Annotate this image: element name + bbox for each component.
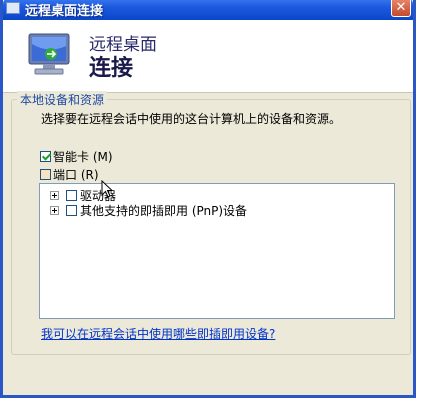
close-icon: ✕: [395, 0, 407, 15]
smart-card-label: 智能卡 (M): [53, 150, 113, 164]
close-button[interactable]: ✕: [391, 0, 411, 17]
tree-item-label: 其他支持的即插即用 (PnP)设备: [80, 204, 248, 218]
mouse-pointer-icon: [101, 180, 113, 198]
window-title: 远程桌面连接: [25, 4, 104, 19]
remote-desktop-dialog: 远程桌面连接 ✕ 远程桌面 连接 本地设备和资源 选择要在远程会话中使用的这台计…: [0, 0, 416, 398]
pnp-checkbox[interactable]: [66, 205, 77, 216]
expand-icon[interactable]: [50, 206, 59, 215]
ports-label: 端口 (R): [53, 168, 99, 182]
smart-card-checkbox[interactable]: [40, 151, 51, 162]
resources-description: 选择要在远程会话中使用的这台计算机上的设备和资源。: [41, 112, 342, 126]
devices-tree[interactable]: 驱动器 其他支持的即插即用 (PnP)设备: [39, 183, 395, 319]
header-title-line2: 连接: [89, 56, 134, 81]
tree-item-pnp-devices[interactable]: 其他支持的即插即用 (PnP)设备: [50, 202, 247, 219]
group-title: 本地设备和资源: [17, 91, 108, 108]
pnp-help-link[interactable]: 我可以在远程会话中使用哪些即插即用设备?: [41, 325, 275, 342]
drives-checkbox[interactable]: [66, 190, 77, 201]
ports-checkbox[interactable]: [40, 169, 51, 180]
ports-option[interactable]: 端口 (R): [40, 166, 99, 183]
app-icon: [6, 2, 20, 14]
expand-icon[interactable]: [50, 191, 59, 200]
title-bar[interactable]: 远程桌面连接 ✕: [3, 0, 413, 20]
dialog-header: 远程桌面 连接: [3, 20, 413, 93]
smart-card-option[interactable]: 智能卡 (M): [40, 148, 113, 165]
monitor-icon: [28, 33, 70, 75]
